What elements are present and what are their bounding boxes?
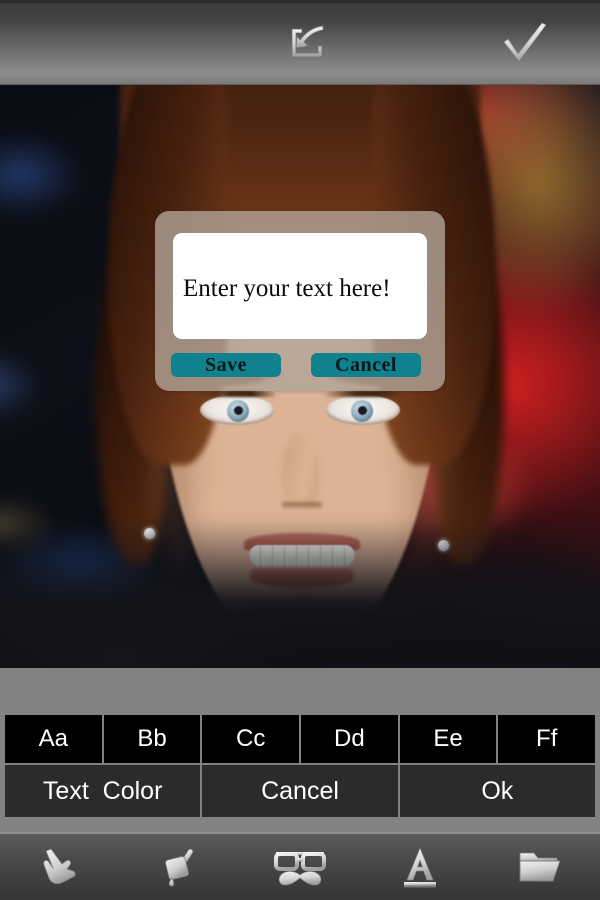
eye-left [200, 395, 274, 425]
action-button-row: Text Color Cancel Ok [5, 765, 595, 817]
text-entry-dialog: Save Cancel [155, 211, 445, 391]
iris-left [227, 400, 249, 422]
eyelash-right [325, 390, 401, 397]
font-selection-panel: Aa Bb Cc Dd Ee Ff Text Color Cancel Ok [0, 668, 600, 832]
tool-open[interactable] [480, 834, 600, 900]
done-button[interactable] [470, 0, 580, 85]
tool-draw[interactable] [120, 834, 240, 900]
save-button[interactable]: Save [171, 353, 281, 377]
top-toolbar [0, 0, 600, 85]
photo-canvas[interactable]: Save Cancel [0, 85, 600, 668]
hand-pointer-icon [37, 844, 83, 890]
font-button-b[interactable]: Bb [103, 715, 201, 763]
letter-a-icon [399, 844, 441, 890]
import-into-box-icon [285, 20, 331, 66]
font-button-a[interactable]: Aa [5, 715, 102, 763]
nostrils [282, 499, 322, 510]
eyelash-left [199, 390, 275, 397]
text-color-button[interactable]: Text Color [5, 765, 201, 817]
font-button-f[interactable]: Ff [498, 715, 596, 763]
cancel-button[interactable]: Cancel [311, 353, 421, 377]
font-button-d[interactable]: Dd [301, 715, 398, 763]
cancel-button-panel[interactable]: Cancel [202, 765, 398, 817]
tool-text[interactable] [360, 834, 480, 900]
glasses-mustache-icon [272, 845, 328, 889]
bottom-toolbar [0, 832, 600, 900]
eye-right [326, 395, 400, 425]
tool-stickers[interactable] [240, 834, 360, 900]
app-root: Save Cancel Aa Bb Cc Dd Ee Ff Text Color… [0, 0, 600, 900]
ok-button[interactable]: Ok [399, 765, 595, 817]
font-button-row: Aa Bb Cc Dd Ee Ff [5, 715, 596, 763]
tool-move[interactable] [0, 834, 120, 900]
import-button[interactable] [258, 0, 358, 85]
font-button-c[interactable]: Cc [202, 715, 300, 763]
folder-icon [517, 847, 563, 887]
font-button-e[interactable]: Ee [399, 715, 497, 763]
text-input[interactable] [173, 233, 427, 339]
clothing [0, 518, 600, 668]
iris-right [351, 400, 373, 422]
paint-brush-icon [157, 844, 203, 890]
checkmark-icon [499, 19, 551, 67]
